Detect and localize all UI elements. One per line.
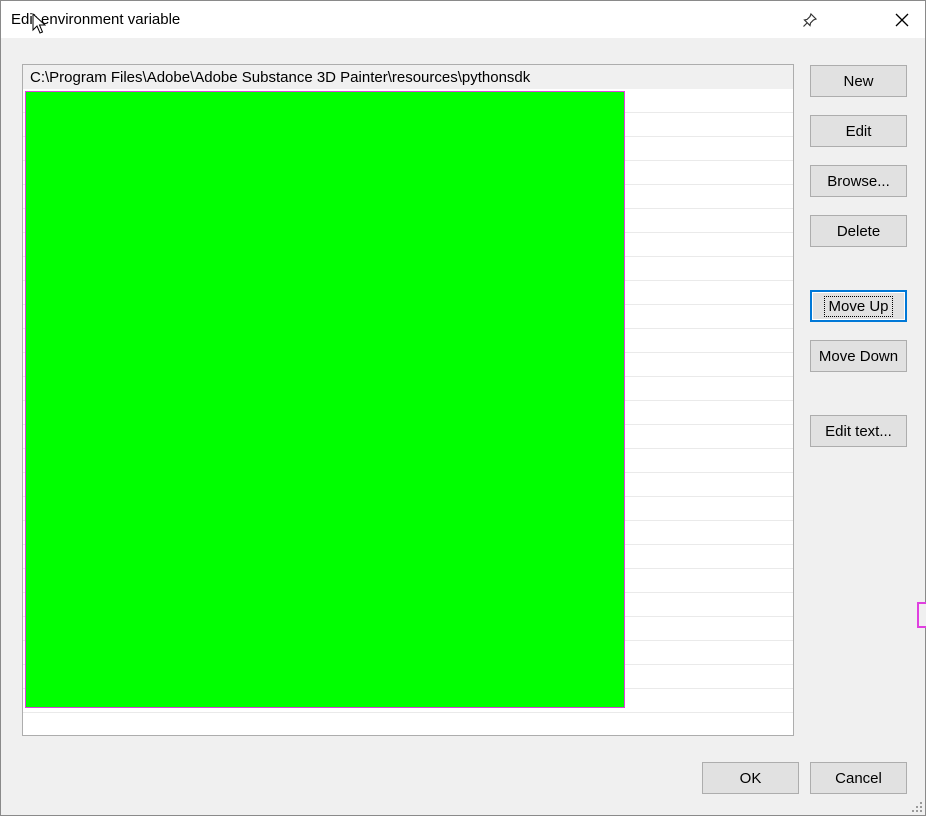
pin-button[interactable] (787, 1, 833, 38)
new-button-label: New (843, 72, 874, 90)
edit-button[interactable]: Edit (810, 115, 907, 147)
move-up-button-label: Move Up (824, 295, 893, 317)
green-overlay (25, 91, 625, 708)
edit-button-label: Edit (845, 122, 872, 140)
ok-button-label: OK (739, 769, 762, 787)
move-down-button[interactable]: Move Down (810, 340, 907, 372)
resize-grip-icon[interactable] (911, 801, 923, 813)
cancel-button[interactable]: Cancel (810, 762, 907, 794)
pin-icon (803, 12, 818, 27)
ok-button[interactable]: OK (702, 762, 799, 794)
delete-button-label: Delete (836, 222, 881, 240)
browse-button[interactable]: Browse... (810, 165, 907, 197)
move-down-button-label: Move Down (818, 347, 899, 365)
title-bar[interactable]: Edit environment variable (1, 1, 925, 38)
delete-button[interactable]: Delete (810, 215, 907, 247)
overlay-edge-handle (917, 602, 926, 628)
edit-text-button-label: Edit text... (825, 422, 892, 440)
close-button[interactable] (879, 1, 925, 38)
edit-text-button[interactable]: Edit text... (810, 415, 907, 447)
close-icon (895, 13, 909, 26)
move-up-button[interactable]: Move Up (810, 290, 907, 322)
mouse-cursor-icon (32, 13, 46, 34)
browse-button-label: Browse... (827, 172, 890, 190)
new-button[interactable]: New (810, 65, 907, 97)
cancel-button-label: Cancel (835, 769, 882, 787)
list-item-text: C:\Program Files\Adobe\Adobe Substance 3… (30, 69, 531, 86)
edit-environment-variable-dialog: Edit environment variable C:\Program Fil… (0, 0, 926, 816)
list-item[interactable]: C:\Program Files\Adobe\Adobe Substance 3… (23, 65, 793, 89)
